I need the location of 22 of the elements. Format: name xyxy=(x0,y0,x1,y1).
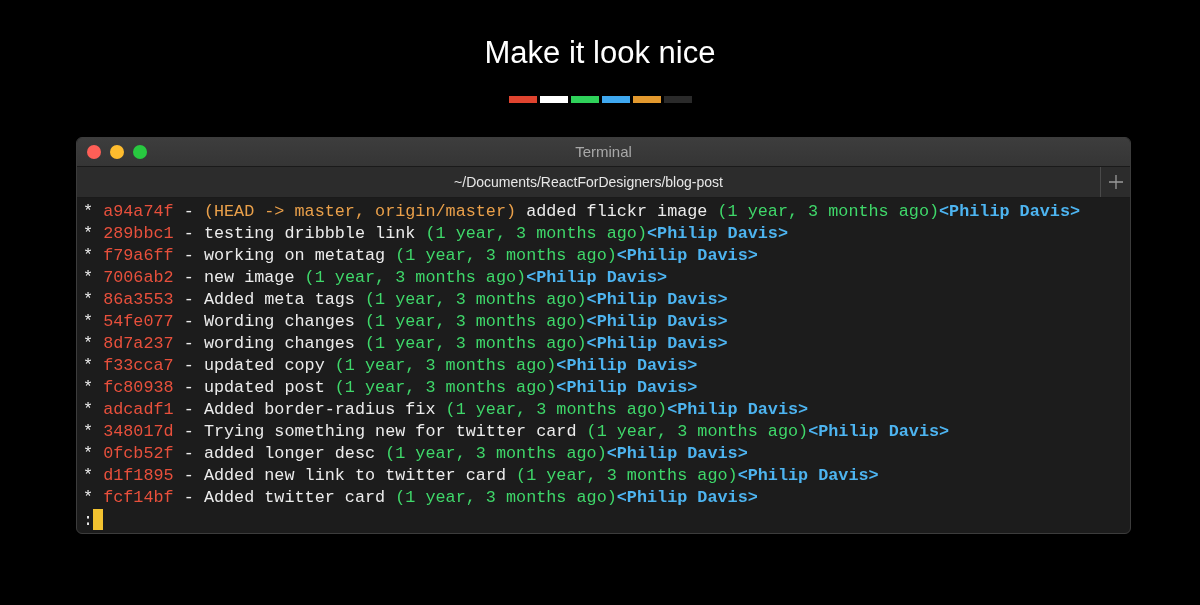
log-line: * adcadf1 - Added border-radius fix (1 year, 3 months ago)<Philip Davis> xyxy=(83,400,809,419)
log-line: * a94a74f - (HEAD -> master, origin/master) added flickr image (1 year, 3 months ago)<Philip Davis> xyxy=(83,202,1081,221)
close-button[interactable] xyxy=(87,145,101,159)
log-line: * d1f1895 - Added new link to twitter card (1 year, 3 months ago)<Philip Davis> xyxy=(83,466,879,485)
log-line: * f33cca7 - updated copy (1 year, 3 months ago)<Philip Davis> xyxy=(83,356,698,375)
minimize-button[interactable] xyxy=(110,145,124,159)
window-title: Terminal xyxy=(575,142,632,162)
log-line: * fc80938 - updated post (1 year, 3 months ago)<Philip Davis> xyxy=(83,378,698,397)
log-line: * 0fcb52f - added longer desc (1 year, 3 months ago)<Philip Davis> xyxy=(83,444,748,463)
log-line: * fcf14bf - Added twitter card (1 year, 3 months ago)<Philip Davis> xyxy=(83,488,758,507)
maximize-button[interactable] xyxy=(133,145,147,159)
log-line: * 8d7a237 - wording changes (1 year, 3 months ago)<Philip Davis> xyxy=(83,334,728,353)
log-line: * 54fe077 - Wording changes (1 year, 3 months ago)<Philip Davis> xyxy=(83,312,728,331)
log-line: * 7006ab2 - new image (1 year, 3 months ago)<Philip Davis> xyxy=(83,268,668,287)
pager-prompt: : xyxy=(83,511,94,530)
page-heading: Make it look nice xyxy=(484,34,716,72)
log-line: * 348017d - Trying something new for twitter card (1 year, 3 months ago)<Philip Davis> xyxy=(83,422,950,441)
log-line: * 86a3553 - Added meta tags (1 year, 3 months ago)<Philip Davis> xyxy=(83,290,728,309)
text-cursor xyxy=(93,509,104,530)
plus-icon xyxy=(1108,175,1123,189)
log-line: * f79a6ff - working on metatag (1 year, 3 months ago)<Philip Davis> xyxy=(83,246,758,265)
log-line: * 289bbc1 - testing dribbble link (1 year, 3 months ago)<Philip Davis> xyxy=(83,224,788,243)
